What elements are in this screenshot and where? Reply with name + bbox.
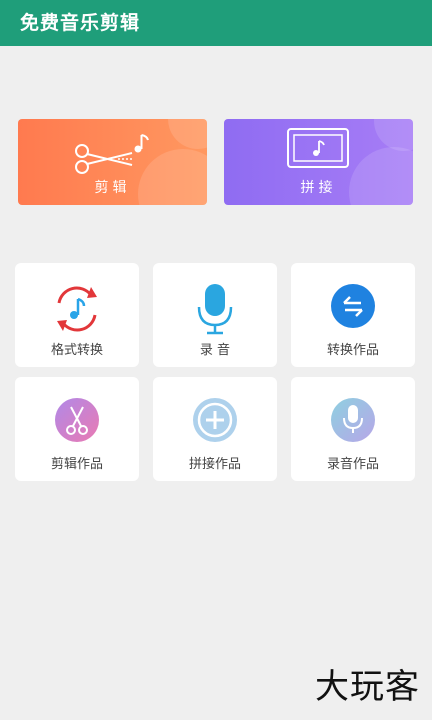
edited-works-button[interactable]: 剪辑作品: [15, 377, 139, 481]
converted-works-icon: [331, 284, 375, 328]
recorded-works-label: 录音作品: [326, 457, 379, 472]
converted-works-label: 转换作品: [326, 343, 379, 358]
format-convert-label: 格式转换: [50, 343, 103, 358]
watermark-logo: 大玩客: [315, 667, 420, 707]
join-card-label: 拼接: [300, 180, 337, 196]
decor-blob: [168, 119, 207, 149]
edit-card-button[interactable]: 剪辑: [18, 119, 207, 205]
edited-works-icon: [55, 398, 99, 442]
format-convert-icon: [57, 286, 97, 332]
format-convert-button[interactable]: 格式转换: [15, 263, 139, 367]
microphone-icon: [197, 284, 233, 335]
record-button[interactable]: 录 音: [153, 263, 277, 367]
app-title: 免费音乐剪辑: [20, 12, 141, 34]
record-label: 录 音: [199, 343, 231, 358]
scissors-music-icon: [75, 134, 149, 174]
joined-works-button[interactable]: 拼接作品: [153, 377, 277, 481]
decor-blob: [374, 119, 413, 151]
recorded-works-icon: [331, 398, 375, 442]
edit-card-label: 剪辑: [94, 180, 131, 196]
recorded-works-button[interactable]: 录音作品: [291, 377, 415, 481]
joined-works-label: 拼接作品: [188, 457, 241, 472]
join-card-button[interactable]: 拼接: [224, 119, 413, 205]
converted-works-button[interactable]: 转换作品: [291, 263, 415, 367]
screen-music-icon: [287, 128, 349, 168]
edited-works-label: 剪辑作品: [50, 457, 103, 472]
joined-works-icon: [193, 398, 237, 442]
app-title-bar: 免费音乐剪辑: [0, 0, 432, 46]
